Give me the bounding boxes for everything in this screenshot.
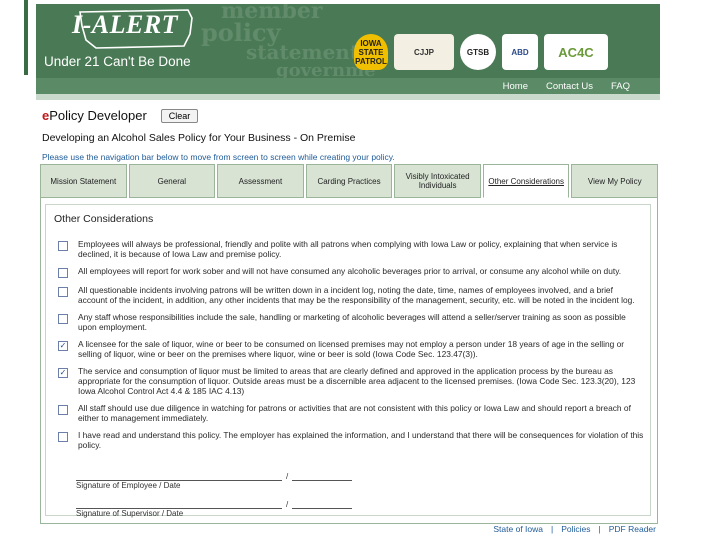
cjjp-seal[interactable]: CJJP [394, 34, 454, 70]
header-banner: member policy statement governme I-ALERT… [36, 4, 660, 78]
policy-item-checkbox[interactable]: ✓ [58, 368, 68, 378]
policy-item-text: All staff should use due diligence in wa… [78, 403, 631, 423]
policy-item-checkbox[interactable] [58, 432, 68, 442]
navigation-instruction: Please use the navigation bar below to m… [42, 152, 395, 162]
policy-items-list: Employees will always be professional, f… [54, 239, 644, 457]
supervisor-signature-label: Signature of Supervisor / Date [76, 509, 184, 518]
policy-item: All staff should use due diligence in wa… [54, 403, 644, 423]
employee-signature-label: Signature of Employee / Date [76, 481, 181, 490]
ac4c-seal[interactable]: AC4C [544, 34, 608, 70]
policy-item-checkbox[interactable] [58, 268, 68, 278]
footer-separator: | [551, 524, 554, 534]
footer-pdf-link[interactable]: PDF Reader [609, 524, 656, 536]
policy-item-text: Any staff whose responsibilities include… [78, 312, 626, 332]
nav-faq-link[interactable]: FAQ [611, 81, 630, 92]
signature-line[interactable] [76, 499, 282, 509]
tab-visibly-intoxicated[interactable]: Visibly Intoxicated Individuals [394, 164, 481, 198]
nav-contact-link[interactable]: Contact Us [546, 81, 593, 92]
i-alert-logo: I-ALERT [72, 10, 179, 39]
footer-state-link[interactable]: State of Iowa [493, 524, 543, 536]
policy-item-text: I have read and understand this policy. … [78, 430, 644, 450]
policy-item-text: All employees will report for work sober… [78, 266, 622, 276]
page: member policy statement governme I-ALERT… [36, 4, 660, 540]
employee-signature-lines: / [76, 471, 376, 481]
tab-carding-practices[interactable]: Carding Practices [305, 164, 393, 198]
header-divider [36, 94, 660, 100]
other-considerations-box: Other Considerations Employees will alwa… [45, 204, 651, 518]
policy-tabs: Mission Statement General Assessment Car… [40, 164, 659, 198]
policy-item-checkbox[interactable] [58, 287, 68, 297]
policy-item: All questionable incidents involving pat… [54, 285, 644, 305]
clear-button[interactable]: Clear [160, 108, 199, 123]
tab-other-considerations[interactable]: Other Considerations [482, 164, 570, 198]
content-panel: Other Considerations Employees will alwa… [40, 198, 658, 524]
policy-item-text: All questionable incidents involving pat… [78, 285, 635, 305]
policy-item-text: A licensee for the sale of liquor, wine … [78, 339, 625, 359]
policy-item-checkbox[interactable]: ✓ [58, 341, 68, 351]
tab-assessment[interactable]: Assessment [217, 164, 304, 198]
tagline: Under 21 Can't Be Done [44, 54, 191, 69]
top-navigation: Home Contact Us FAQ [36, 78, 660, 94]
policy-item: All employees will report for work sober… [54, 266, 644, 278]
policy-item-text: Employees will always be professional, f… [78, 239, 618, 259]
iowa-state-patrol-seal[interactable]: IOWA STATE PATROL [354, 34, 388, 70]
footer-policies-link[interactable]: Policies [561, 524, 590, 536]
section-title: Other Considerations [54, 213, 154, 225]
nav-home-link[interactable]: Home [503, 81, 528, 92]
policy-item-checkbox[interactable] [58, 314, 68, 324]
policy-item: Any staff whose responsibilities include… [54, 312, 644, 332]
page-subtitle: Developing an Alcohol Sales Policy for Y… [42, 132, 356, 144]
abd-seal[interactable]: ABD [502, 34, 538, 70]
tab-view-my-policy[interactable]: View My Policy [571, 164, 659, 198]
employee-signature: / Signature of Employee / Date [76, 471, 376, 490]
policy-item: ✓ The service and consumption of liquor m… [54, 366, 644, 396]
policy-item: Employees will always be professional, f… [54, 239, 644, 259]
footer-links: State of Iowa | Policies | PDF Reader [36, 524, 660, 536]
footer-separator: | [598, 524, 601, 534]
supervisor-signature: / Signature of Supervisor / Date [76, 499, 376, 518]
gtsb-seal[interactable]: GTSB [460, 34, 496, 70]
date-line[interactable] [292, 499, 353, 509]
policy-item: ✓ A licensee for the sale of liquor, wine… [54, 339, 644, 359]
left-edge-bar [24, 0, 28, 75]
policy-item-checkbox[interactable] [58, 241, 68, 251]
title-row: ePolicy Developer Clear [42, 108, 199, 123]
supervisor-signature-lines: / [76, 499, 376, 509]
tab-general[interactable]: General [128, 164, 216, 198]
policy-item-text: The service and consumption of liquor mu… [78, 366, 636, 396]
policy-item: I have read and understand this policy. … [54, 430, 644, 450]
partner-seals: IOWA STATE PATROL CJJP GTSB ABD AC4C [354, 34, 608, 70]
signature-line[interactable] [76, 471, 282, 481]
tab-mission-statement[interactable]: Mission Statement [40, 164, 127, 198]
title-rest: Policy Developer [49, 108, 147, 123]
policy-item-checkbox[interactable] [58, 405, 68, 415]
slash: / [286, 472, 289, 481]
date-line[interactable] [292, 471, 353, 481]
page-title: ePolicy Developer [42, 108, 147, 123]
slash: / [286, 500, 289, 509]
